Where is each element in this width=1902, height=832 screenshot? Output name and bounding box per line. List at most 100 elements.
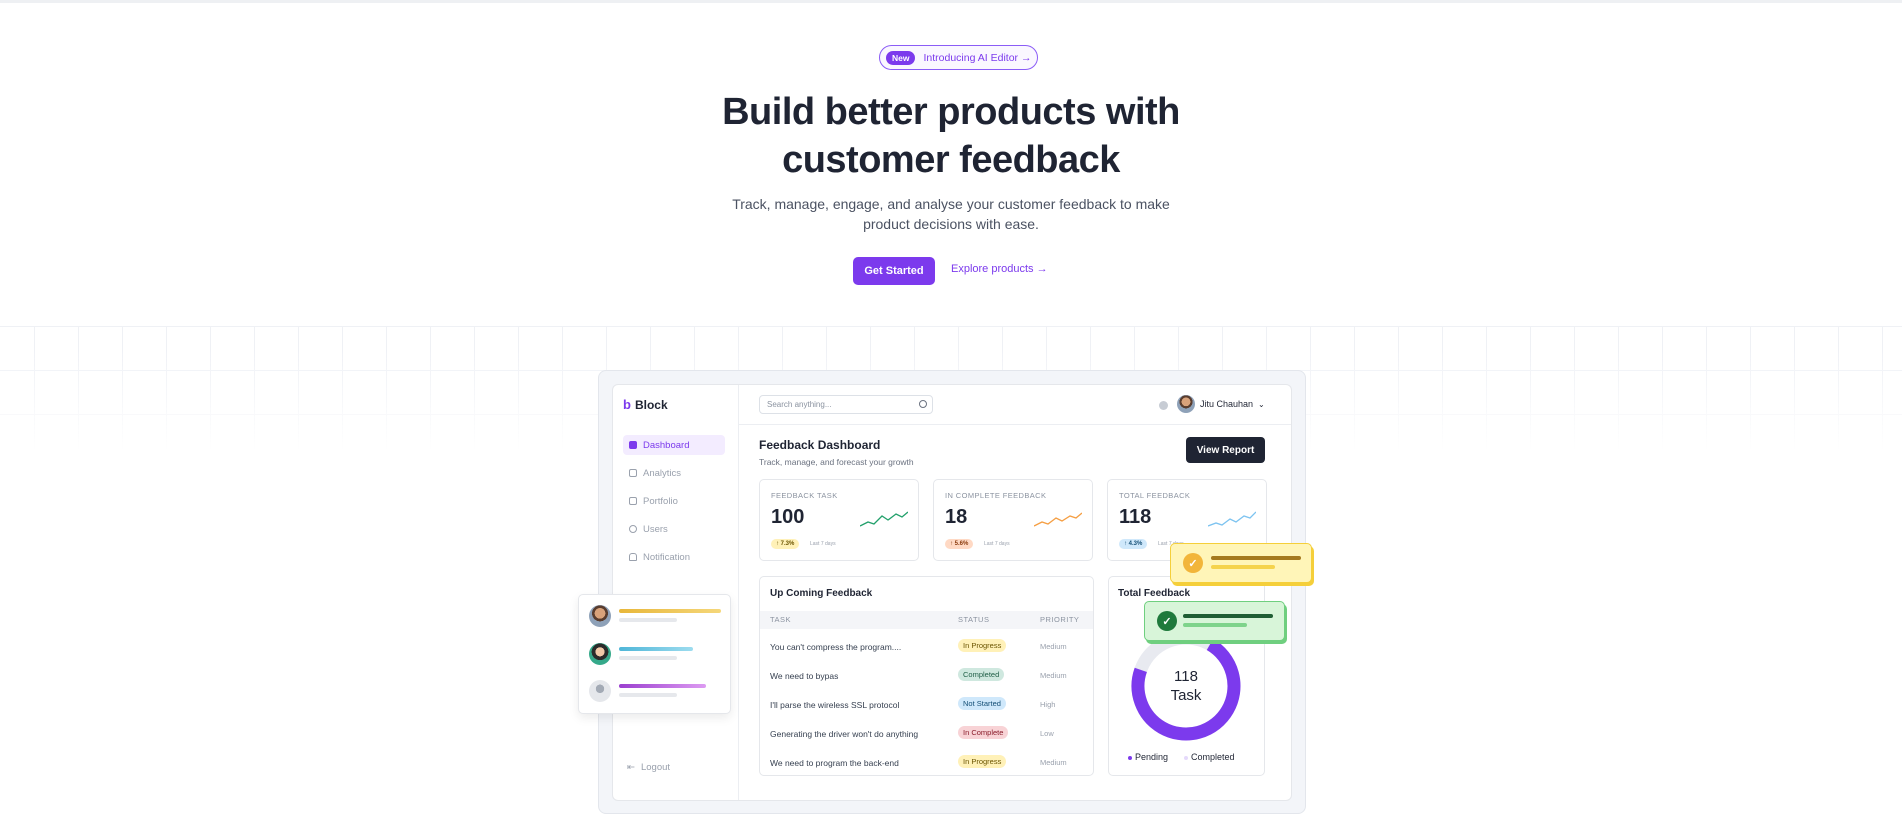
- placeholder-bar: [619, 647, 693, 651]
- check-icon: ✓: [1157, 611, 1177, 631]
- hero-title: Build better products with customer feed…: [651, 88, 1251, 184]
- avatar: [1177, 395, 1195, 413]
- legend-label: Completed: [1191, 752, 1235, 762]
- new-pill: New: [886, 50, 916, 65]
- column-header-task: TASK: [770, 615, 792, 624]
- view-report-button[interactable]: View Report: [1186, 437, 1265, 463]
- dashboard-app: b Block Dashboard Analytics Portfolio Us…: [612, 384, 1292, 801]
- placeholder-bar: [1183, 623, 1247, 627]
- sidebar-item-label: Dashboard: [643, 439, 690, 451]
- stat-label: TOTAL FEEDBACK: [1119, 491, 1191, 500]
- legend-item-pending: Pending: [1128, 752, 1168, 762]
- stat-value: 118: [1119, 506, 1152, 528]
- donut-unit: Task: [1170, 687, 1202, 704]
- table-row[interactable]: We need to program the back-end In Progr…: [760, 749, 1093, 775]
- stat-card-feedback-task: FEEDBACK TASK 100 ↑ 7.3% Last 7 days: [759, 479, 919, 561]
- stat-label: IN COMPLETE FEEDBACK: [945, 491, 1047, 500]
- avatar: [589, 605, 611, 627]
- sidebar-item-label: Analytics: [643, 467, 682, 479]
- user-icon: [629, 525, 637, 533]
- avatar: [589, 643, 611, 665]
- table-row[interactable]: Generating the driver won't do anything …: [760, 720, 1093, 749]
- status-badge: Not Started: [958, 697, 1006, 710]
- placeholder-bar: [619, 684, 706, 688]
- announcement-text: Introducing AI Editor →: [923, 51, 1032, 64]
- column-header-status: STATUS: [958, 615, 990, 624]
- user-name: Jitu Chauhan: [1200, 399, 1254, 409]
- table-header: TASK STATUS PRIORITY: [760, 611, 1093, 629]
- logout-button[interactable]: ⇤ Logout: [627, 762, 670, 773]
- legend-label: Pending: [1135, 752, 1169, 762]
- hero-subtitle: Track, manage, engage, and analyse your …: [732, 196, 1170, 232]
- placeholder-bar: [619, 656, 677, 660]
- stat-change-badge: ↑ 7.3%: [771, 539, 800, 549]
- sparkline-incomplete-feedback: [1034, 512, 1082, 527]
- logout-label: Logout: [640, 762, 671, 773]
- sidebar-item-dashboard[interactable]: Dashboard: [623, 435, 725, 455]
- sidebar-item-label: Portfolio: [643, 495, 678, 507]
- explore-products-link[interactable]: Explore products →: [951, 263, 1048, 275]
- placeholder-bar: [619, 618, 677, 622]
- sidebar-item-users[interactable]: Users: [623, 519, 725, 539]
- page-subtitle: Track, manage, and forecast your growth: [759, 457, 914, 467]
- table-row[interactable]: You can't compress the program.... In Pr…: [760, 633, 1093, 662]
- page-title: Feedback Dashboard: [759, 438, 881, 452]
- status-badge: In Complete: [958, 726, 1009, 739]
- placeholder-bar: [1183, 614, 1273, 618]
- brand-name: Block: [634, 397, 668, 412]
- table-row[interactable]: We need to bypas Completed Medium: [760, 662, 1093, 691]
- sidebar-item-notification[interactable]: Notification: [623, 547, 725, 567]
- column-header-priority: PRIORITY: [1040, 615, 1080, 624]
- priority-text: Medium: [1040, 758, 1067, 767]
- placeholder-bar: [1211, 565, 1275, 569]
- sidebar-item-portfolio[interactable]: Portfolio: [623, 491, 725, 511]
- task-text: I'll parse the wireless SSL protocol: [770, 700, 900, 710]
- get-started-button[interactable]: Get Started: [853, 257, 935, 285]
- sidebar: b Block Dashboard Analytics Portfolio Us…: [613, 385, 739, 800]
- upcoming-feedback-card: Up Coming Feedback TASK STATUS PRIORITY …: [759, 576, 1094, 776]
- grid-icon: [629, 441, 637, 449]
- user-menu[interactable]: Jitu Chauhan ⌄: [1177, 395, 1265, 413]
- priority-text: Low: [1040, 729, 1054, 738]
- floating-yellow-card: ✓: [1170, 543, 1312, 583]
- donut-value: 118: [1174, 668, 1198, 685]
- priority-text: Medium: [1040, 671, 1067, 680]
- status-badge: In Progress: [958, 639, 1007, 652]
- card-title: Total Feedback: [1118, 588, 1191, 599]
- announcement-badge[interactable]: New Introducing AI Editor →: [879, 45, 1039, 70]
- priority-text: Medium: [1040, 642, 1067, 651]
- floating-users-card: [578, 594, 731, 714]
- placeholder-bar: [619, 609, 721, 613]
- status-badge: Completed: [958, 668, 1005, 681]
- hero-title-line2: customer feedback: [782, 139, 1120, 181]
- sparkline-total-feedback: [1208, 511, 1256, 527]
- search-icon: [919, 400, 927, 408]
- sidebar-item-analytics[interactable]: Analytics: [623, 463, 725, 483]
- stat-card-incomplete-feedback: IN COMPLETE FEEDBACK 18 ↑ 5.6% Last 7 da…: [933, 479, 1093, 561]
- card-title: Up Coming Feedback: [770, 588, 873, 599]
- priority-text: High: [1040, 700, 1056, 709]
- legend-dot: [1184, 755, 1189, 760]
- task-text: You can't compress the program....: [770, 642, 902, 652]
- search-input[interactable]: Search anything...: [759, 395, 933, 414]
- chevron-down-icon: ⌄: [1258, 399, 1265, 409]
- placeholder-bar: [1211, 556, 1301, 560]
- stat-period: Last 7 days: [984, 541, 1010, 547]
- bell-icon: [629, 553, 637, 561]
- sidebar-item-label: Users: [643, 523, 668, 535]
- stat-change-badge: ↑ 5.6%: [945, 539, 974, 549]
- user-placeholder-icon: [589, 680, 611, 702]
- stat-change-badge: ↑ 4.3%: [1119, 539, 1148, 549]
- notification-bell-icon[interactable]: [1159, 401, 1168, 410]
- donut-center-label: 118 Task: [1127, 627, 1245, 745]
- legend-dot: [1128, 755, 1132, 760]
- folder-icon: [629, 497, 637, 505]
- legend-item-completed: Completed: [1184, 752, 1235, 762]
- table-row[interactable]: I'll parse the wireless SSL protocol Not…: [760, 691, 1093, 720]
- floating-green-card: ✓: [1144, 601, 1285, 641]
- stat-period: Last 7 days: [810, 541, 836, 547]
- search-placeholder: Search anything...: [767, 400, 832, 409]
- stat-value: 100: [771, 506, 805, 528]
- top-bar: Search anything... Jitu Chauhan ⌄: [739, 385, 1291, 425]
- brand-logo[interactable]: b Block: [623, 397, 668, 412]
